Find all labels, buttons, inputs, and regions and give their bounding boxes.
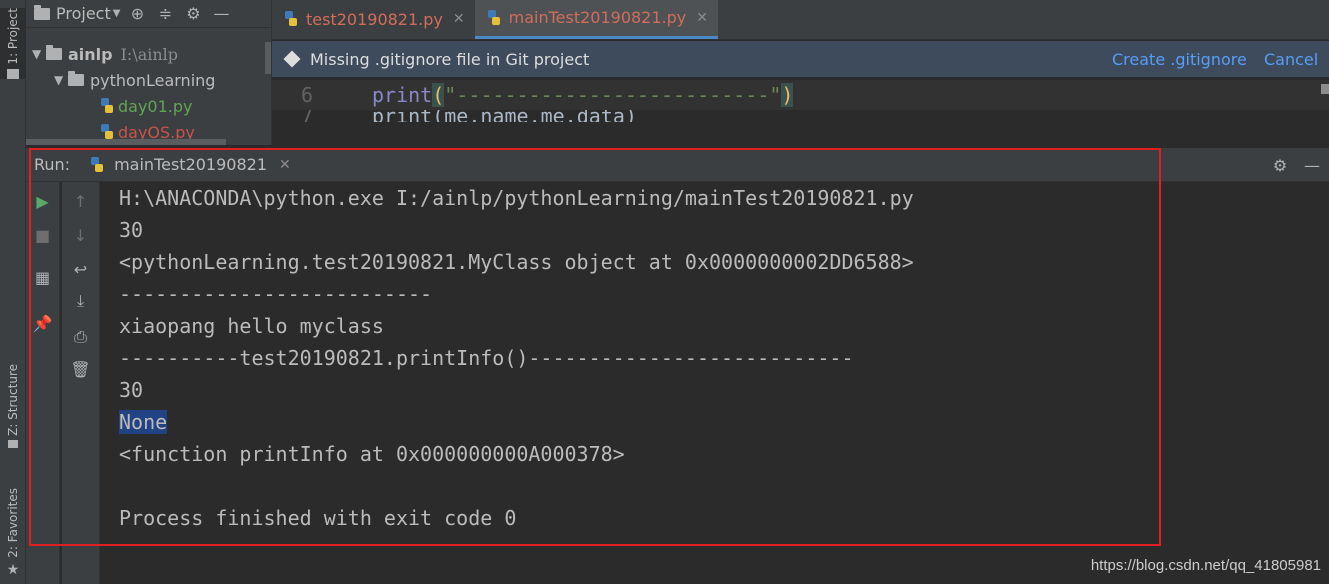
console-line: <pythonLearning.test20190821.MyClass obj… [119,250,914,274]
star-icon: ★ [6,561,20,578]
tree-item-pythonlearning[interactable]: ▼ pythonLearning [54,67,215,93]
tab-structure-label: Z: Structure [6,364,20,436]
code-string: "--------------------------" [444,83,782,107]
trash-icon[interactable]: 🗑 [62,354,99,384]
project-header: Project ▼ ⊕ ≑ ⚙ — [26,0,271,28]
project-view-dropdown[interactable]: Project [56,4,111,23]
python-file-icon [284,11,298,27]
info-diamond-icon [283,50,301,68]
tab-favorites[interactable]: 2: Favorites ★ [0,488,26,578]
editor-area: test20190821.py ✕ mainTest20190821.py ✕ … [272,0,1329,145]
notification-text: Missing .gitignore file in Git project [310,49,590,69]
chevron-down-icon[interactable]: ▼ [113,8,121,19]
gear-icon[interactable]: ⚙ [1269,154,1291,176]
project-panel: Project ▼ ⊕ ≑ ⚙ — ▼ ainlp I:\ainlp ▼ pyt… [26,0,272,145]
python-file-icon [487,9,501,26]
line-number: 7 [300,110,314,122]
horizontal-scrollbar[interactable] [26,139,226,145]
tree-item-label: ainlp [68,44,113,64]
code-open-paren: ( [432,83,445,107]
arrow-up-icon[interactable]: ↑ [62,186,99,216]
run-panel: Run: mainTest20190821 ✕ ⚙ — ▶ ■ ▦ 📌 ↑ ↓ … [26,148,1329,584]
ide-window: 1: Project Z: Structure 2: Favorites ★ P… [0,0,1329,584]
console-line: H:\ANACONDA\python.exe I:/ainlp/pythonLe… [119,186,914,210]
selected-text: None [119,410,168,434]
editor-tab-label: test20190821.py [306,9,443,29]
tree-item-label: pythonLearning [90,70,216,90]
left-tool-strip: 1: Project Z: Structure 2: Favorites ★ [0,0,26,584]
layout-icon[interactable]: ▦ [26,262,59,292]
watermark: https://blog.csdn.net/qq_41805981 [1090,557,1321,574]
run-tab-label: mainTest20190821 [114,155,267,174]
console-line: 30 [119,378,144,402]
console-line: Process finished with exit code 0 [119,506,517,530]
editor-tab-maintest20190821[interactable]: mainTest20190821.py ✕ [474,0,718,39]
run-toolbar-primary: ▶ ■ ▦ 📌 [26,182,60,584]
tree-item-ainlp[interactable]: ▼ ainlp I:\ainlp [32,41,178,67]
editor-tab-bar: test20190821.py ✕ mainTest20190821.py ✕ [272,0,1329,40]
collapse-icon[interactable]: ≑ [154,3,176,25]
console-line: 30 [119,218,144,242]
run-tab-maintest20190821[interactable]: mainTest20190821 ✕ [90,155,291,174]
close-icon[interactable]: ✕ [453,11,465,27]
tab-project[interactable]: 1: Project [0,8,26,79]
create-gitignore-link[interactable]: Create .gitignore [1112,50,1247,69]
fold-marker [1321,84,1329,94]
folder-icon [68,71,84,86]
scroll-to-end-icon[interactable]: ⤓ [62,286,99,316]
expand-arrow-icon[interactable]: ▼ [54,73,68,87]
run-toolbar-secondary: ↑ ↓ ↩ ⤓ ⎙ 🗑 [62,182,100,584]
hide-icon[interactable]: — [210,3,232,25]
console-line: -------------------------- [119,282,433,306]
folder-icon [7,68,19,79]
tree-item-day01[interactable]: day01.py [100,93,193,119]
pin-icon[interactable]: 📌 [26,308,59,338]
structure-icon [8,439,18,448]
run-icon[interactable]: ▶ [26,186,59,216]
code-text: print(me.name,me.data) [372,110,637,122]
locate-icon[interactable]: ⊕ [126,3,148,25]
arrow-down-icon[interactable]: ↓ [62,220,99,250]
stop-icon[interactable]: ■ [26,220,59,250]
vertical-scrollbar[interactable] [265,42,271,74]
tab-favorites-label: 2: Favorites [6,488,20,558]
tab-structure[interactable]: Z: Structure [0,364,26,448]
code-line-7[interactable]: 7 print(me.name,me.data) [272,110,1329,122]
console-line: <function printInfo at 0x000000000A00037… [119,442,625,466]
python-file-icon [90,156,104,173]
cancel-link[interactable]: Cancel [1264,50,1318,69]
console-line-selected: None [119,406,168,438]
tree-item-path: I:\ainlp [120,44,179,64]
print-icon[interactable]: ⎙ [62,322,99,352]
console-line: xiaopang hello myclass [119,314,384,338]
gitignore-notification: Missing .gitignore file in Git project C… [272,41,1329,77]
project-folder-icon [34,4,50,20]
run-header: Run: mainTest20190821 ✕ ⚙ — [26,148,1329,182]
close-icon[interactable]: ✕ [279,157,291,173]
tree-item-label: day01.py [118,96,193,116]
python-file-icon [100,98,114,114]
code-line-6[interactable]: 6 print("--------------------------") [272,80,1329,110]
run-header-icons: ⚙ — [1269,154,1323,176]
tab-project-label: 1: Project [6,8,20,65]
console-line: ----------test20190821.printInfo()------… [119,346,854,370]
run-label: Run: [34,155,71,174]
editor-tab-label: mainTest20190821.py [508,8,687,27]
code-close-paren: ) [781,83,794,107]
editor-tab-test20190821[interactable]: test20190821.py ✕ [272,0,475,39]
close-icon[interactable]: ✕ [696,10,708,26]
python-file-icon [100,124,114,140]
code-fn: print [372,83,433,107]
console-output[interactable]: H:\ANACONDA\python.exe I:/ainlp/pythonLe… [119,182,1319,584]
soft-wrap-icon[interactable]: ↩ [62,254,99,284]
folder-icon [46,45,62,60]
line-number: 6 [300,83,314,107]
expand-arrow-icon[interactable]: ▼ [32,47,46,61]
hide-icon[interactable]: — [1301,154,1323,176]
code-text: print("--------------------------") [372,83,794,107]
gear-icon[interactable]: ⚙ [182,3,204,25]
